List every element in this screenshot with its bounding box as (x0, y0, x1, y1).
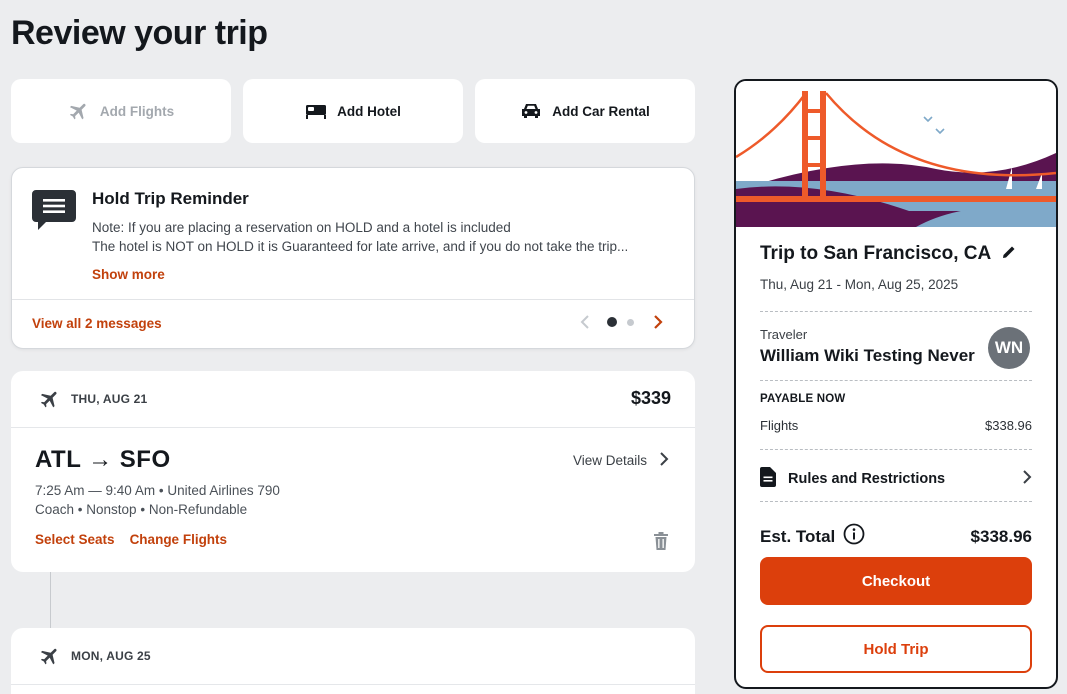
add-flights-label: Add Flights (99, 103, 175, 119)
flight-times: 7:25 Am — 9:40 Am (35, 483, 156, 498)
dashed-divider (760, 449, 1032, 450)
message-pager (579, 314, 664, 330)
flight-cabin: Coach (35, 502, 75, 517)
estimated-total-row: Est. Total $338.96 (760, 523, 1032, 550)
estimated-total-amount: $338.96 (970, 526, 1032, 546)
flight-card-header: MON, AUG 25 (11, 628, 695, 685)
car-icon (520, 102, 542, 120)
dashed-divider (760, 380, 1032, 381)
estimated-total-label: Est. Total (760, 526, 836, 546)
view-details-link[interactable]: View Details (573, 451, 669, 470)
flights-cost-row: Flights $338.96 (760, 418, 1032, 433)
payable-now-heading: PAYABLE NOW (760, 393, 846, 405)
chevron-right-icon[interactable] (652, 314, 664, 330)
trip-summary-panel: Trip to San Francisco, CA Thu, Aug 21 - … (734, 79, 1058, 689)
message-icon (32, 190, 76, 235)
show-more-link[interactable]: Show more (92, 267, 165, 282)
chevron-left-icon[interactable] (579, 314, 591, 330)
separator-dot: • (140, 502, 149, 517)
golden-gate-illustration (736, 81, 1056, 227)
flights-cost-amount: $338.96 (985, 418, 1032, 433)
flight-date: THU, AUG 21 (71, 392, 148, 406)
change-flights-link[interactable]: Change Flights (130, 532, 228, 547)
pager-dot[interactable] (627, 318, 634, 326)
trash-icon[interactable] (653, 531, 669, 556)
view-all-messages-link[interactable]: View all 2 messages (32, 316, 162, 331)
add-car-rental-label: Add Car Rental (552, 103, 650, 119)
traveler-name: William Wiki Testing Never (760, 346, 975, 365)
dashed-divider (760, 311, 1032, 312)
trip-dates: Thu, Aug 21 - Mon, Aug 25, 2025 (760, 277, 959, 292)
plane-icon (39, 388, 61, 415)
add-hotel-label: Add Hotel (337, 103, 401, 119)
hold-trip-reminder-card: Hold Trip Reminder Note: If you are plac… (11, 167, 695, 349)
trip-title: Trip to San Francisco, CA (760, 243, 992, 264)
flight-actions: Select Seats Change Flights (35, 532, 227, 547)
pencil-icon[interactable] (1001, 244, 1017, 265)
reminder-title: Hold Trip Reminder (92, 189, 249, 208)
traveler-label: Traveler (760, 327, 808, 342)
reminder-text-line-2: The hotel is NOT on HOLD it is Guarantee… (92, 239, 629, 254)
view-details-label: View Details (572, 453, 647, 468)
hold-trip-button[interactable]: Hold Trip (760, 625, 1032, 673)
dashed-divider (760, 501, 1032, 502)
flight-time-line: 7:25 Am — 9:40 Am • United Airlines 790 (35, 483, 280, 498)
add-options-row: Add Flights Add Hotel Add Car Rental (11, 79, 695, 143)
flight-card-header: THU, AUG 21 $339 (11, 371, 695, 428)
flight-airline: United Airlines 790 (167, 483, 280, 498)
flight-fare-type: Non-Refundable (148, 502, 248, 517)
rules-label: Rules and Restrictions (788, 471, 946, 487)
flight-fare-line: Coach • Nonstop • Non-Refundable (35, 502, 247, 517)
flight-date: MON, AUG 25 (71, 649, 151, 663)
add-flights-button[interactable]: Add Flights (11, 79, 231, 143)
trip-title-row: Trip to San Francisco, CA (760, 243, 1017, 265)
plane-icon (68, 100, 90, 122)
flight-stops: Nonstop (86, 502, 137, 517)
bed-icon (305, 102, 327, 120)
document-icon (760, 467, 776, 491)
flight-card-return: MON, AUG 25 (11, 628, 695, 694)
separator-dot: • (77, 502, 87, 517)
select-seats-link[interactable]: Select Seats (35, 532, 115, 547)
flight-price: $339 (630, 388, 671, 408)
rules-and-restrictions-link[interactable]: Rules and Restrictions (760, 467, 1032, 491)
pager-dot-active[interactable] (607, 317, 617, 327)
checkout-button[interactable]: Checkout (760, 557, 1032, 605)
reminder-text-line-1: Note: If you are placing a reservation o… (92, 220, 511, 235)
page-title: Review your trip (11, 14, 268, 52)
flights-cost-label: Flights (760, 418, 799, 433)
avatar: WN (988, 327, 1030, 369)
add-car-rental-button[interactable]: Add Car Rental (475, 79, 695, 143)
estimated-total-label-group: Est. Total (760, 523, 865, 550)
info-icon[interactable] (843, 523, 865, 550)
flight-route: ATL → SFO (35, 446, 171, 473)
chevron-right-icon (1022, 469, 1032, 489)
chevron-right-icon (659, 451, 669, 470)
add-hotel-button[interactable]: Add Hotel (243, 79, 463, 143)
plane-icon (39, 645, 61, 672)
flight-card-outbound: THU, AUG 21 $339 ATL → SFO View Details … (11, 371, 695, 572)
divider (12, 299, 694, 300)
itinerary-connector-line (50, 572, 51, 628)
